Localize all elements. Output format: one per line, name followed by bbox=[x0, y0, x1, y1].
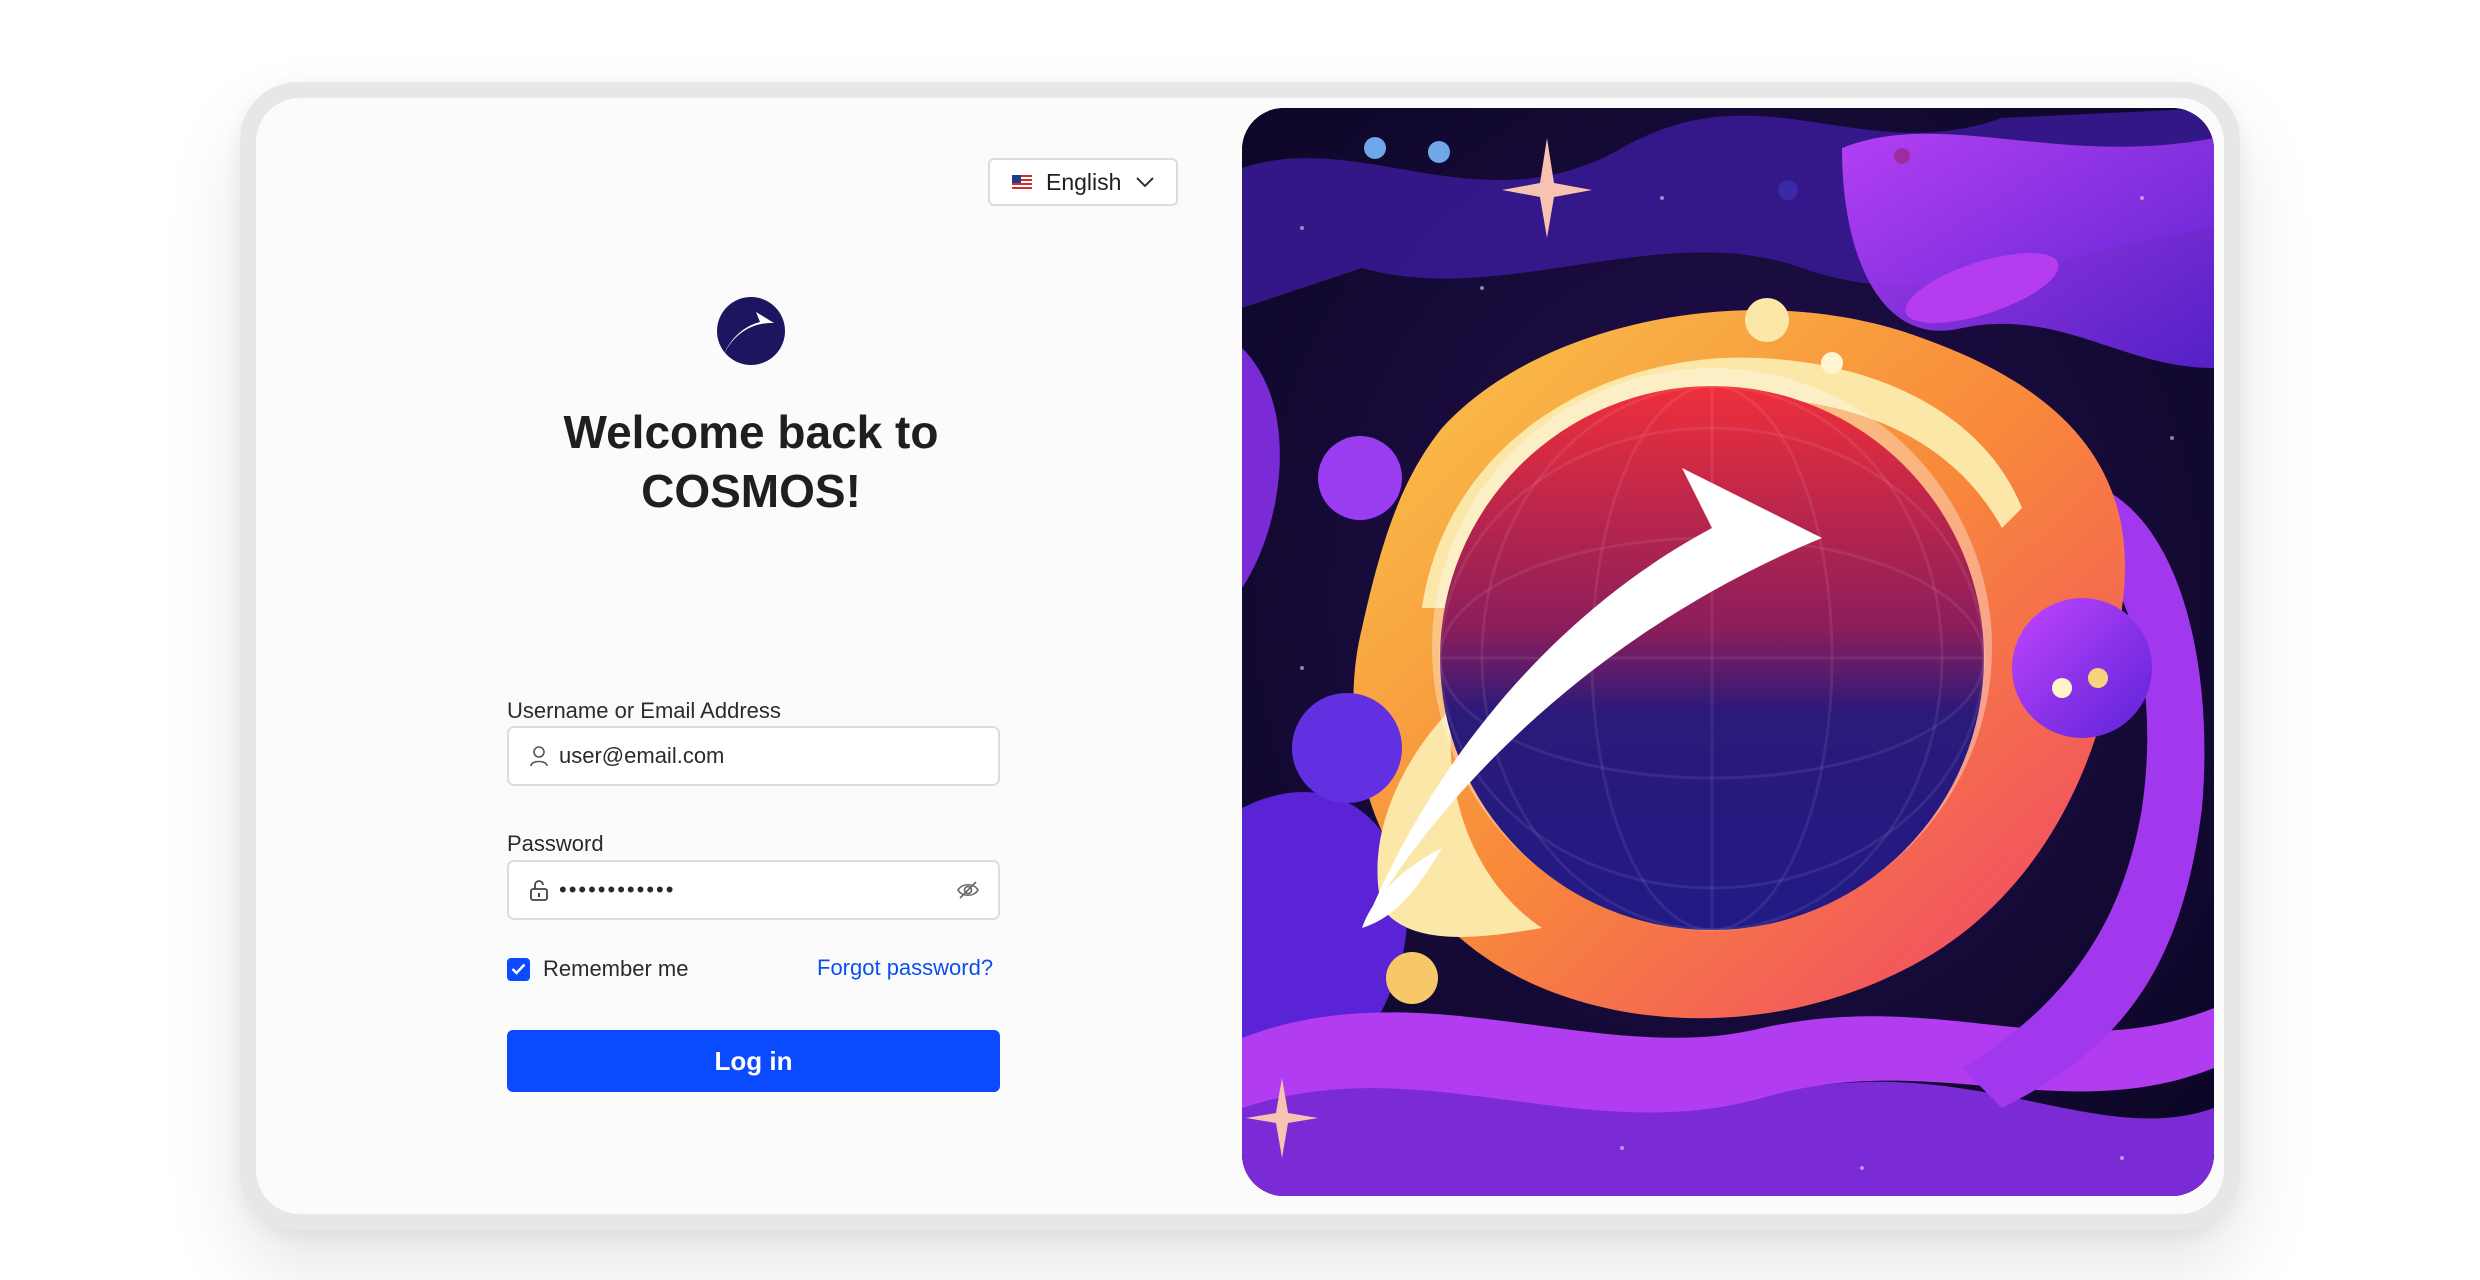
login-button[interactable]: Log in bbox=[507, 1030, 1000, 1092]
username-value: user@email.com bbox=[559, 743, 725, 768]
eye-off-icon[interactable] bbox=[956, 880, 980, 900]
remember-checkbox[interactable] bbox=[507, 957, 530, 981]
password-field[interactable]: •••••••••••• bbox=[507, 860, 1000, 920]
username-field[interactable]: user@email.com bbox=[507, 726, 1000, 786]
language-label: English bbox=[1046, 168, 1122, 195]
password-value: •••••••••••• bbox=[559, 877, 676, 902]
cosmos-logo-icon bbox=[716, 296, 786, 366]
login-screen: English Welcome back to COSMOS! Username… bbox=[256, 98, 2224, 1214]
language-select[interactable]: English bbox=[988, 158, 1178, 206]
chevron-down-icon bbox=[1136, 176, 1154, 188]
user-icon bbox=[529, 745, 549, 767]
remember-me: Remember me bbox=[507, 956, 688, 982]
username-label: Username or Email Address bbox=[507, 698, 781, 723]
remember-label: Remember me bbox=[543, 956, 689, 981]
title-line-2: COSMOS! bbox=[641, 465, 861, 517]
unlock-icon bbox=[529, 879, 549, 901]
us-flag-icon bbox=[1012, 175, 1032, 189]
password-label: Password bbox=[507, 831, 604, 856]
forgot-password-link[interactable]: Forgot password? bbox=[817, 956, 993, 979]
login-panel: English Welcome back to COSMOS! Username… bbox=[256, 98, 1226, 1214]
device-frame: English Welcome back to COSMOS! Username… bbox=[240, 82, 2240, 1230]
space-planet-illustration bbox=[1242, 108, 2214, 1196]
title-line-1: Welcome back to bbox=[563, 406, 939, 458]
page-title: Welcome back to COSMOS! bbox=[526, 403, 976, 521]
